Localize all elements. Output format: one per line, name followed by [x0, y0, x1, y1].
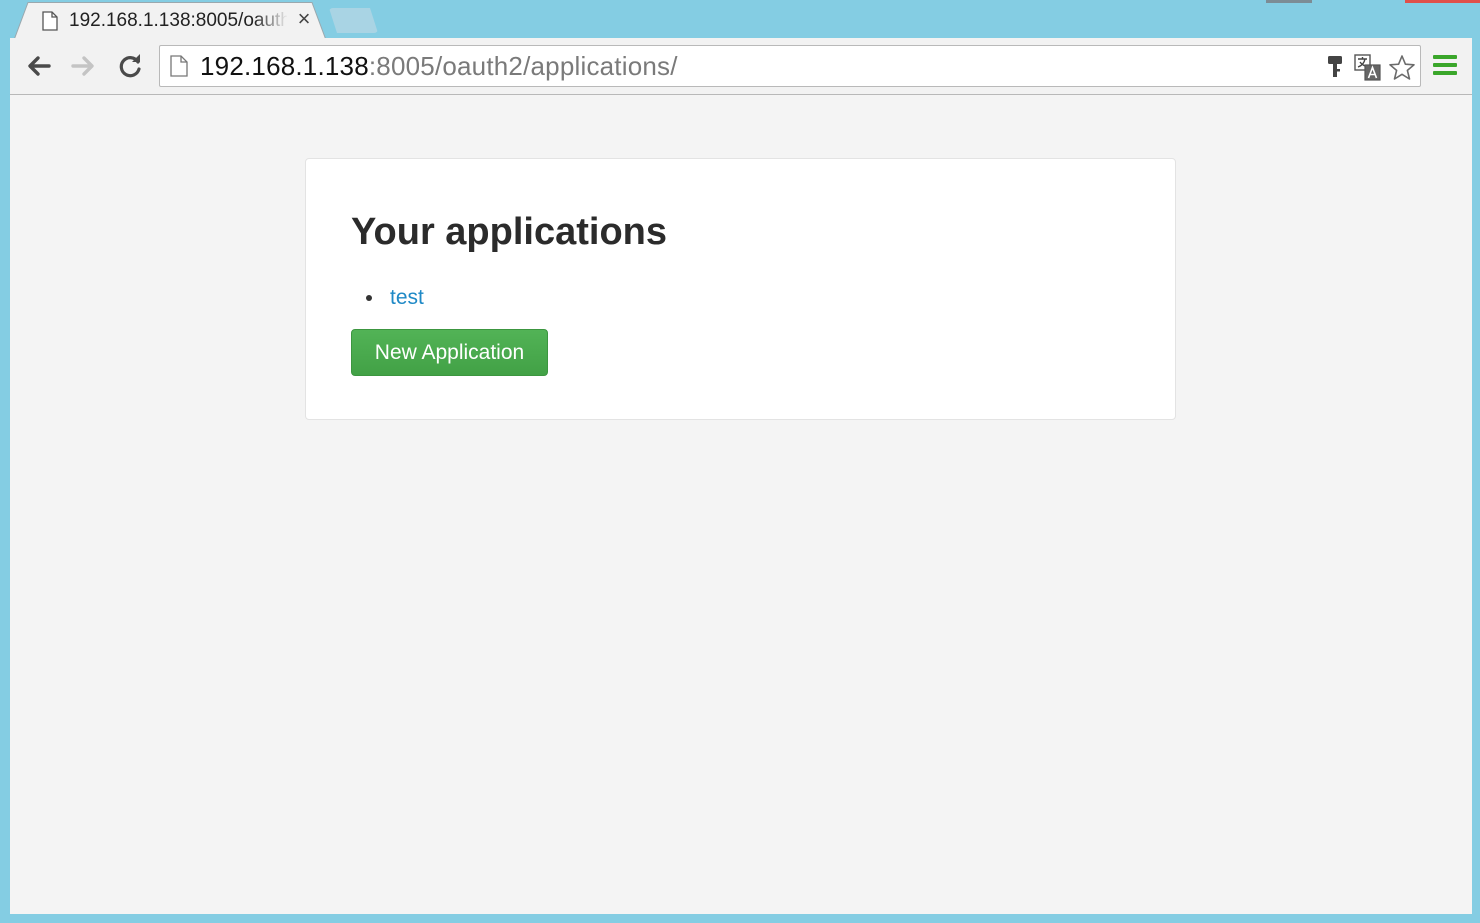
url-path: :8005/oauth2/applications/ — [368, 51, 678, 81]
tab-title-fade — [254, 8, 288, 32]
address-bar[interactable]: 192.168.1.138:8005/oauth2/applications/ — [159, 45, 1421, 87]
reload-icon — [119, 54, 141, 78]
page-icon — [42, 11, 58, 36]
new-application-button[interactable]: New Application — [351, 329, 548, 376]
page-viewport: Your applications test New Application — [10, 95, 1472, 914]
new-tab-button[interactable] — [329, 8, 378, 33]
page-icon — [170, 55, 188, 82]
bullet-icon — [366, 295, 372, 301]
key-icon[interactable] — [1322, 54, 1348, 80]
applications-panel: Your applications test New Application — [305, 158, 1176, 420]
forward-button[interactable] — [67, 50, 99, 82]
window-minimize-accent — [1266, 0, 1312, 3]
star-icon[interactable] — [1388, 54, 1415, 80]
application-link-test[interactable]: test — [390, 286, 424, 309]
hamburger-menu-icon[interactable] — [1432, 52, 1458, 78]
url-text[interactable]: 192.168.1.138:8005/oauth2/applications/ — [200, 51, 678, 81]
browser-toolbar: 192.168.1.138:8005/oauth2/applications/ — [10, 38, 1472, 95]
applications-list: test — [350, 284, 424, 312]
url-host: 192.168.1.138 — [200, 51, 369, 81]
arrow-left-icon — [28, 56, 51, 76]
reload-button[interactable] — [114, 50, 146, 82]
tab-close-icon[interactable]: × — [294, 7, 314, 31]
back-button[interactable] — [23, 50, 55, 82]
translate-icon[interactable] — [1354, 54, 1381, 81]
browser-tab[interactable]: 192.168.1.138:8005/oauth2/applications/ … — [14, 2, 326, 40]
arrow-right-icon — [71, 56, 94, 76]
window-close-accent — [1405, 0, 1480, 3]
page-title: Your applications — [351, 211, 668, 253]
list-item: test — [350, 284, 424, 312]
